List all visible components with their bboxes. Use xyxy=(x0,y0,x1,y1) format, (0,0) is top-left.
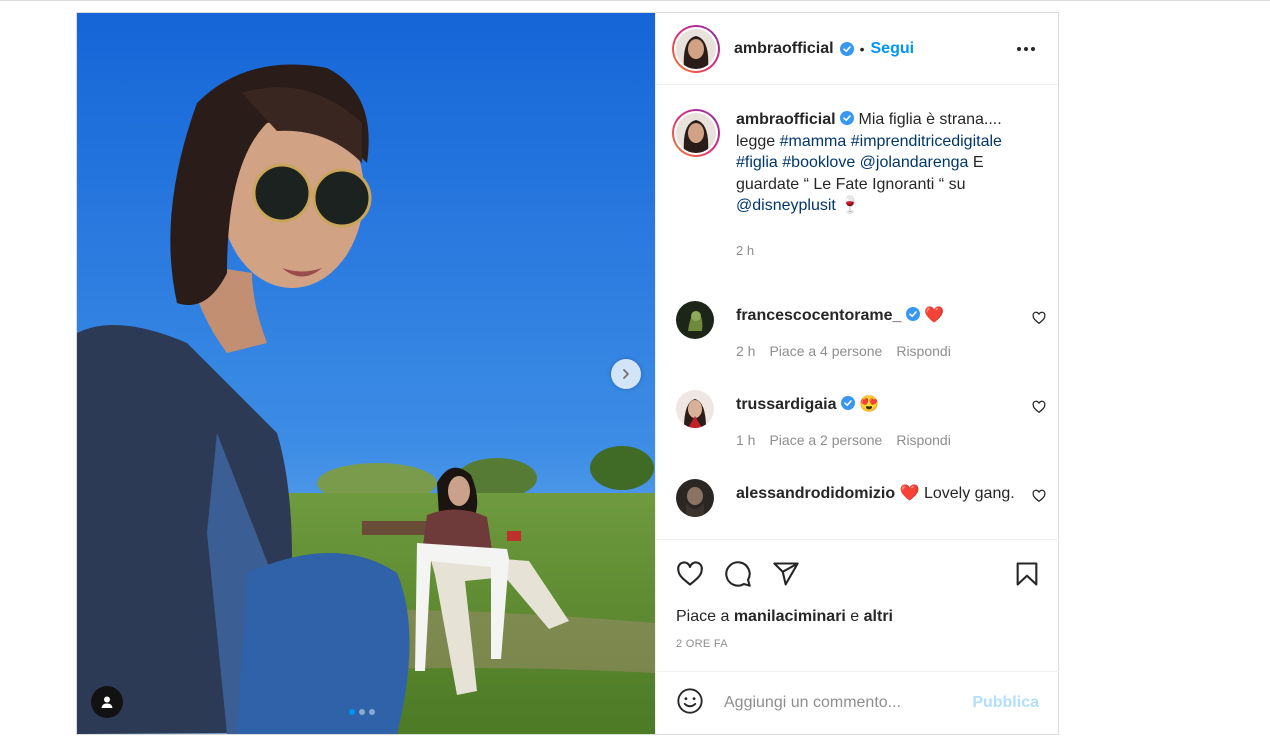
post-header: ambraofficial • Segui xyxy=(656,13,1058,85)
post-actions: Piace a manilaciminari e altri 2 ORE FA xyxy=(656,539,1059,671)
emoji-icon xyxy=(677,687,703,714)
comment-text: ❤️ xyxy=(924,307,945,324)
comment-like-button[interactable] xyxy=(1032,489,1046,508)
comment-like-button[interactable] xyxy=(1032,311,1046,330)
publish-button[interactable]: Pubblica xyxy=(972,694,1039,712)
comment-item: francescocentorame_ ❤️ 2 h Piace a 4 per… xyxy=(676,301,1046,371)
comment-body: francescocentorame_ ❤️ xyxy=(736,305,1026,327)
comment-avatar[interactable] xyxy=(676,301,714,339)
carousel-next-button[interactable] xyxy=(611,359,641,389)
post-caption: ambraofficial Mia figlia è strana.... le… xyxy=(672,109,1036,217)
likes-middle: e xyxy=(845,608,864,625)
comment-icon xyxy=(725,561,751,587)
avatar-image xyxy=(676,390,714,428)
comment-body: trussardigaia 😍 xyxy=(736,394,1026,416)
photo-scene xyxy=(77,13,655,734)
likes-summary: Piace a manilaciminari e altri xyxy=(676,608,893,626)
carousel-dot xyxy=(349,709,355,715)
post-photo[interactable] xyxy=(77,13,655,734)
post-date[interactable]: 2 ORE FA xyxy=(676,638,728,650)
bookmark-icon xyxy=(1016,562,1038,586)
carousel-dot xyxy=(369,709,375,715)
more-options-icon xyxy=(1017,47,1035,51)
separator-dot: • xyxy=(859,40,865,57)
share-icon xyxy=(773,562,799,586)
heart-icon xyxy=(1032,400,1046,414)
comments-list[interactable]: ambraofficial Mia figlia è strana.... le… xyxy=(656,85,1059,539)
avatar-image xyxy=(676,479,714,517)
comment-time[interactable]: 1 h xyxy=(736,432,755,448)
comment-item: alessandrodidomizio ❤️ Lovely gang. xyxy=(676,479,1046,539)
user-tag-icon xyxy=(101,696,113,708)
caption-username[interactable]: ambraofficial xyxy=(736,111,836,128)
chevron-right-icon xyxy=(623,369,629,379)
reply-button[interactable]: Rispondi xyxy=(896,432,950,448)
caption-text: ambraofficial Mia figlia è strana.... le… xyxy=(736,109,1036,217)
comment-text: 😍 xyxy=(859,396,880,413)
comment-input[interactable] xyxy=(724,694,954,712)
comment-avatar[interactable] xyxy=(676,479,714,517)
add-comment-bar: Pubblica xyxy=(656,671,1059,734)
reply-button[interactable]: Rispondi xyxy=(896,343,950,359)
liked-by-others[interactable]: altri xyxy=(864,608,893,625)
caption-segment: 🍷 xyxy=(835,197,861,214)
likes-prefix: Piace a xyxy=(676,608,734,625)
heart-icon xyxy=(1032,489,1046,503)
comment-body: alessandrodidomizio ❤️ Lovely gang. xyxy=(736,483,1026,505)
hashtag-link[interactable]: #figlia xyxy=(736,154,778,171)
comment-time[interactable]: 2 h xyxy=(736,343,755,359)
post-side-panel: ambraofficial • Segui ambraofficial Mia … xyxy=(655,13,1059,734)
comment-meta: 1 h Piace a 2 persone Rispondi xyxy=(736,432,951,448)
avatar-image xyxy=(676,113,716,153)
comment-avatar[interactable] xyxy=(676,390,714,428)
verified-badge-icon xyxy=(840,111,855,125)
comment-text: ❤️ Lovely gang. xyxy=(899,485,1015,502)
author-username[interactable]: ambraofficial xyxy=(734,40,834,58)
avatar-image xyxy=(676,301,714,339)
liked-by-user[interactable]: manilaciminari xyxy=(734,608,846,625)
mention-link[interactable]: @jolandarenga xyxy=(860,154,969,171)
carousel-indicator xyxy=(349,709,375,715)
like-button[interactable] xyxy=(676,560,704,593)
comment-meta: 2 h Piace a 4 persone Rispondi xyxy=(736,343,951,359)
carousel-dot xyxy=(359,709,365,715)
author-avatar[interactable] xyxy=(672,24,720,73)
verified-badge-icon xyxy=(905,307,920,321)
hashtag-link[interactable]: #mamma xyxy=(780,133,847,150)
post-dialog: ambraofficial • Segui ambraofficial Mia … xyxy=(76,12,1059,735)
verified-badge-icon xyxy=(840,396,855,410)
heart-icon xyxy=(677,561,703,586)
share-button[interactable] xyxy=(772,560,800,593)
comment-likes[interactable]: Piace a 2 persone xyxy=(769,432,882,448)
more-options-button[interactable] xyxy=(1016,39,1036,64)
comment-button[interactable] xyxy=(724,560,752,593)
comment-username[interactable]: francescocentorame_ xyxy=(736,307,901,324)
heart-icon xyxy=(1032,311,1046,325)
verified-badge-icon xyxy=(839,41,854,56)
comment-like-button[interactable] xyxy=(1032,400,1046,419)
emoji-button[interactable] xyxy=(676,687,704,720)
hashtag-link[interactable]: #booklove xyxy=(782,154,855,171)
save-button[interactable] xyxy=(1013,560,1041,593)
comment-likes[interactable]: Piace a 4 persone xyxy=(769,343,882,359)
caption-timestamp[interactable]: 2 h xyxy=(736,243,754,258)
caption-avatar[interactable] xyxy=(672,109,720,157)
follow-button[interactable]: Segui xyxy=(871,40,915,58)
comment-username[interactable]: alessandrodidomizio xyxy=(736,485,895,502)
mention-link[interactable]: @disneyplusit xyxy=(736,197,836,214)
avatar-image xyxy=(676,28,716,69)
comment-username[interactable]: trussardigaia xyxy=(736,396,836,413)
user-tag-button[interactable] xyxy=(91,686,123,718)
comment-item: trussardigaia 😍 1 h Piace a 2 persone Ri… xyxy=(676,390,1046,460)
browser-divider xyxy=(0,0,1270,1)
hashtag-link[interactable]: #imprenditricedigitale xyxy=(851,133,1002,150)
